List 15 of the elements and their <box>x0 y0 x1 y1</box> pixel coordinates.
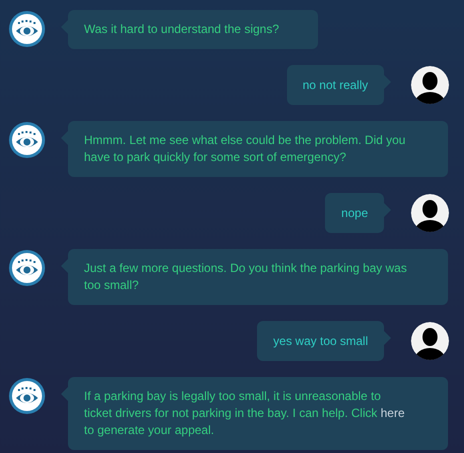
user-message-text: nope <box>341 205 368 222</box>
user-avatar-icon <box>410 321 450 361</box>
user-avatar-icon <box>410 65 450 105</box>
here-link[interactable]: here <box>380 406 405 420</box>
eye-avatar-icon <box>8 10 46 48</box>
bot-message-text: Hmmm. Let me see what else could be the problem. Did you have to park quickly for some sort of emergency? <box>84 132 406 166</box>
user-avatar-icon <box>410 193 450 233</box>
eye-avatar-icon <box>8 377 46 415</box>
bot-message-text: Was it hard to understand the signs? <box>84 21 280 38</box>
user-message-text: no not really <box>302 77 368 94</box>
bot-message-text: Just a few more questions. Do you think the parking bay was too small? <box>84 260 408 294</box>
user-message-text: yes way too small <box>273 333 368 350</box>
eye-avatar-icon <box>8 249 46 287</box>
bot-message-text: If a parking bay is legally too small, it is unreasonable to ticket drivers for not parking in the bay. I can help. Click here to generate your appeal. <box>84 388 406 439</box>
eye-avatar-icon <box>8 121 46 159</box>
